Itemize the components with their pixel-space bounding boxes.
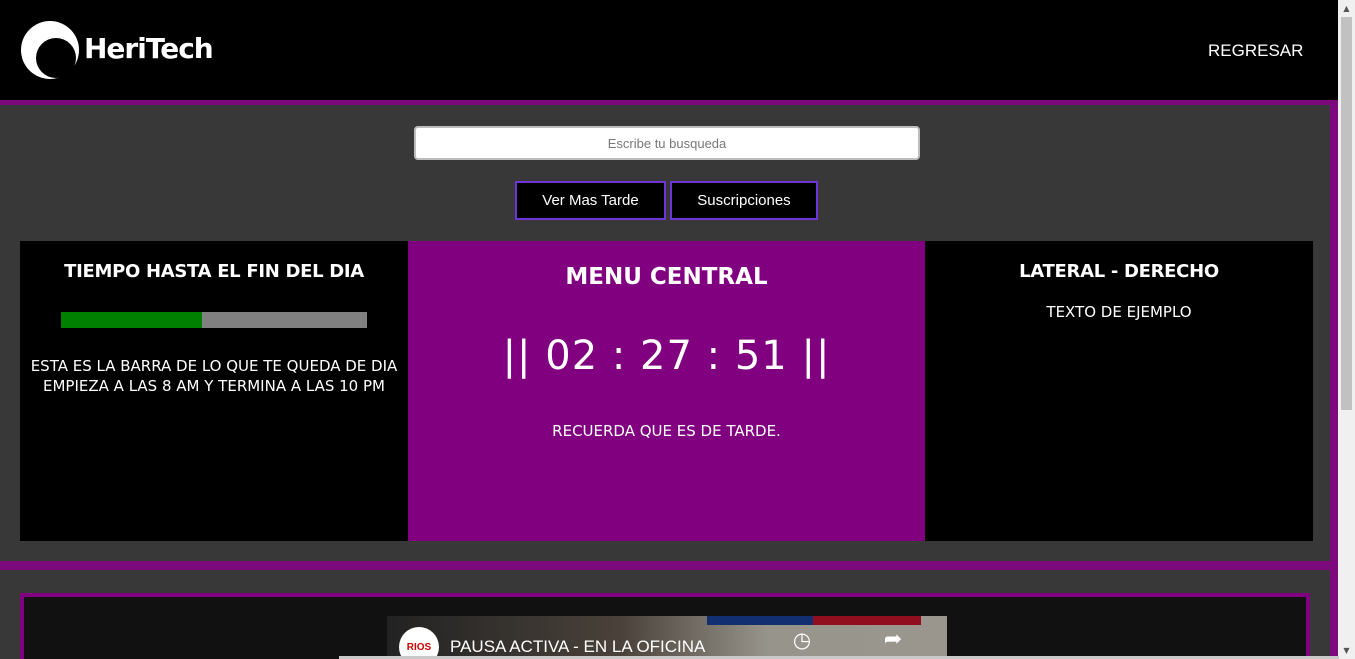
brand-name[interactable]: HeriTech — [84, 32, 214, 65]
watch-later-clock-icon[interactable]: ◷ — [790, 628, 814, 652]
clock-display: || 02 : 27 : 51 || — [502, 333, 831, 379]
center-menu-title: MENU CENTRAL — [565, 264, 768, 290]
right-panel: LATERAL - DERECHO TEXTO DE EJEMPLO — [925, 241, 1313, 541]
description-line-1: ESTA ES LA BARRA DE LO QUE TE QUEDA DE D… — [30, 357, 398, 375]
video-title[interactable]: PAUSA ACTIVA - EN LA OFICINA — [450, 637, 705, 657]
back-link[interactable]: REGRESAR — [1208, 41, 1303, 61]
video-player[interactable]: RIOS PAUSA ACTIVA - EN LA OFICINA ◷ ➦ — [387, 616, 947, 659]
channel-avatar[interactable]: RIOS — [399, 627, 439, 659]
day-progress-bar — [61, 312, 367, 328]
afternoon-reminder: RECUERDA QUE ES DE TARDE. — [552, 422, 781, 440]
search-input[interactable] — [414, 126, 920, 160]
share-icon[interactable]: ➦ — [881, 628, 905, 652]
sample-text: TEXTO DE EJEMPLO — [1046, 303, 1192, 321]
left-panel: TIEMPO HASTA EL FIN DEL DIA ESTA ES LA B… — [20, 241, 408, 541]
scroll-up-arrow-icon[interactable]: ▲ — [1338, 0, 1355, 17]
progress-description: ESTA ES LA BARRA DE LO QUE TE QUEDA DE D… — [20, 356, 408, 396]
crescent-logo-icon[interactable] — [21, 21, 79, 79]
subscriptions-button[interactable]: Suscripciones — [670, 181, 818, 220]
scroll-down-arrow-icon[interactable]: ▼ — [1338, 642, 1355, 659]
section-divider — [0, 561, 1338, 570]
site-header: HeriTech REGRESAR — [0, 0, 1338, 105]
right-panel-title: LATERAL - DERECHO — [1019, 261, 1219, 282]
scroll-thumb[interactable] — [1341, 17, 1352, 410]
day-remaining-title: TIEMPO HASTA EL FIN DEL DIA — [64, 261, 364, 282]
watch-later-button[interactable]: Ver Mas Tarde — [515, 181, 666, 220]
center-panel: MENU CENTRAL || 02 : 27 : 51 || RECUERDA… — [408, 241, 925, 541]
purple-side-border — [1330, 105, 1338, 659]
description-line-2: EMPIEZA A LAS 8 AM Y TERMINA A LAS 10 PM — [43, 377, 385, 395]
vertical-scrollbar[interactable]: ▲ ▼ — [1338, 0, 1355, 659]
day-progress-fill — [61, 312, 202, 328]
